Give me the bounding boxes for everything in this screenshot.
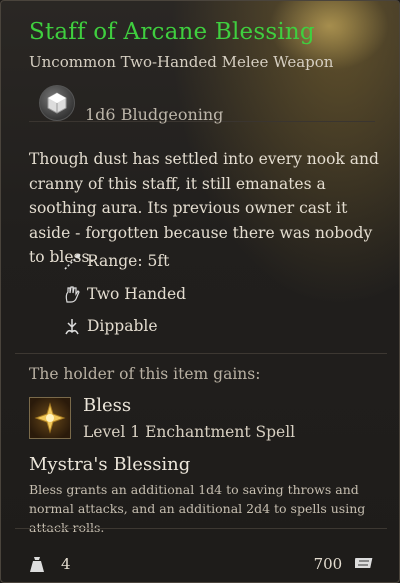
- price-value: 700: [313, 555, 343, 573]
- bless-spell-icon[interactable]: [29, 397, 71, 439]
- section-divider: [15, 353, 387, 354]
- price: 700: [314, 555, 375, 573]
- weight-icon: [30, 557, 44, 572]
- property-label: Dippable: [87, 317, 158, 335]
- item-title: Staff of Arcane Blessing: [29, 19, 315, 45]
- item-description: Though dust has settled into every nook …: [29, 150, 379, 266]
- two-handed-icon: [65, 286, 80, 303]
- footer-divider: [15, 528, 387, 529]
- dippable-icon: [65, 319, 79, 335]
- damage-row: 1d6 Bludgeoning: [29, 81, 375, 124]
- item-type: Uncommon Two-Handed Melee Weapon: [29, 53, 334, 71]
- grants-header: The holder of this item gains:: [29, 365, 261, 383]
- gold-icon: [353, 558, 373, 568]
- property-label: Range: 5ft: [87, 252, 170, 270]
- weight-value: 4: [61, 555, 71, 573]
- spell-name: Bless: [83, 395, 132, 416]
- damage-value: 1d6 Bludgeoning: [85, 105, 224, 124]
- range-icon: [64, 254, 80, 270]
- item-tooltip: Staff of Arcane Blessing Uncommon Two-Ha…: [0, 0, 400, 583]
- passive-name: Mystra's Blessing: [29, 454, 191, 475]
- property-label: Two Handed: [87, 285, 187, 303]
- dice-icon: [39, 85, 75, 121]
- spell-level: Level 1 Enchantment Spell: [83, 423, 296, 441]
